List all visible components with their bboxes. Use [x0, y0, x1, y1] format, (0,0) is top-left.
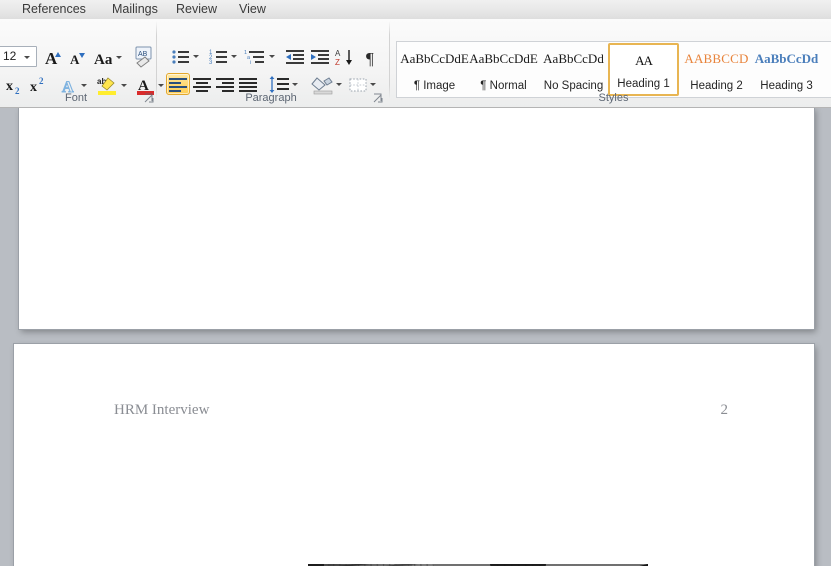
text-effects-dropdown-arrow[interactable] — [81, 82, 88, 89]
borders-dropdown-arrow[interactable] — [370, 81, 377, 88]
numbering-icon[interactable]: 1 2 3 — [207, 46, 229, 66]
font-color-dropdown-arrow[interactable] — [158, 82, 165, 89]
numbering-dropdown-arrow[interactable] — [231, 53, 238, 60]
multilevel-list-icon[interactable]: 1 a i — [243, 46, 267, 66]
page-header-text: HRM Interview — [114, 402, 210, 418]
bullets-dropdown-arrow[interactable] — [193, 53, 200, 60]
svg-text:Z: Z — [335, 58, 340, 67]
bullets-icon[interactable] — [169, 46, 191, 66]
grow-font-icon[interactable]: A — [41, 46, 63, 68]
style-preview-normal: AaBbCcDdE — [469, 51, 538, 66]
style-item-heading-1[interactable]: AA Heading 1 — [608, 43, 679, 96]
svg-text:A: A — [335, 49, 341, 58]
svg-text:2: 2 — [39, 76, 44, 86]
style-preview-heading-2: AABBCCD — [684, 51, 749, 66]
ribbon-tab-bar: References Mailings Review View — [0, 0, 831, 20]
style-label-heading-1: Heading 1 — [617, 78, 670, 90]
paragraph-group-label: Paragraph — [245, 92, 297, 104]
document-page-2[interactable]: HRM Interview 2 ologies — [14, 344, 814, 566]
style-preview-no-spacing: AaBbCcDd — [543, 51, 604, 66]
word-application-window: References Mailings Review View 12 A A A… — [0, 0, 831, 566]
change-case-icon[interactable]: Aa — [92, 46, 116, 68]
group-separator-paragraph-styles — [389, 21, 390, 99]
font-size-dropdown-arrow[interactable] — [24, 54, 31, 61]
style-preview-image: AaBbCcDdE — [400, 51, 469, 66]
font-dialog-launcher[interactable] — [143, 92, 155, 104]
style-preview-heading-1: AA — [635, 53, 653, 68]
ribbon-home-panel: 12 A A Aa AB x 2 x 2 A ab A Font 1 2 3 1… — [0, 19, 831, 108]
svg-text:AB: AB — [138, 51, 148, 58]
style-item-no-spacing[interactable]: AaBbCcDd No Spacing — [538, 43, 609, 96]
change-case-dropdown-arrow[interactable] — [116, 54, 123, 61]
svg-text:Aa: Aa — [94, 52, 113, 68]
show-formatting-marks-icon[interactable]: ¶ — [362, 46, 382, 67]
font-group-label: Font — [64, 92, 87, 104]
styles-group-label: Styles — [598, 92, 629, 104]
style-item-heading-3[interactable]: AaBbCcDd Heading 3 — [751, 43, 822, 96]
tab-mailings[interactable]: Mailings — [104, 0, 166, 19]
shrink-font-icon[interactable]: A — [65, 46, 87, 67]
document-page-1[interactable] — [19, 108, 814, 329]
style-item-image[interactable]: AaBbCcDdE ¶ Image — [399, 43, 470, 96]
sort-icon[interactable]: A Z — [333, 46, 355, 67]
styles-gallery[interactable]: AaBbCcDdE ¶ Image AaBbCcDdE ¶ Normal AaB… — [396, 41, 831, 98]
document-canvas[interactable]: HRM Interview 2 ologies — [0, 108, 831, 566]
svg-text:3: 3 — [209, 60, 213, 66]
tab-references[interactable]: References — [14, 0, 94, 19]
line-spacing-dropdown-arrow[interactable] — [292, 81, 299, 88]
page-number: 2 — [720, 402, 729, 418]
tab-view[interactable]: View — [231, 0, 274, 19]
style-preview-heading-3: AaBbCcDd — [754, 51, 819, 66]
svg-text:¶: ¶ — [366, 49, 374, 67]
increase-indent-icon[interactable] — [308, 46, 330, 66]
tab-review[interactable]: Review — [168, 0, 225, 19]
decrease-indent-icon[interactable] — [283, 46, 305, 66]
clear-formatting-icon[interactable]: AB — [131, 44, 157, 68]
svg-text:i: i — [250, 60, 251, 66]
svg-text:A: A — [70, 52, 80, 67]
style-item-heading-2[interactable]: AABBCCD Heading 2 — [681, 43, 752, 96]
multilevel-list-dropdown-arrow[interactable] — [269, 53, 276, 60]
style-item-normal[interactable]: AaBbCcDdE ¶ Normal — [468, 43, 539, 96]
paragraph-dialog-launcher[interactable] — [372, 92, 384, 104]
font-size-input[interactable]: 12 — [0, 46, 37, 67]
svg-text:A: A — [45, 49, 58, 68]
shading-dropdown-arrow[interactable] — [336, 81, 343, 88]
highlight-dropdown-arrow[interactable] — [121, 82, 128, 89]
